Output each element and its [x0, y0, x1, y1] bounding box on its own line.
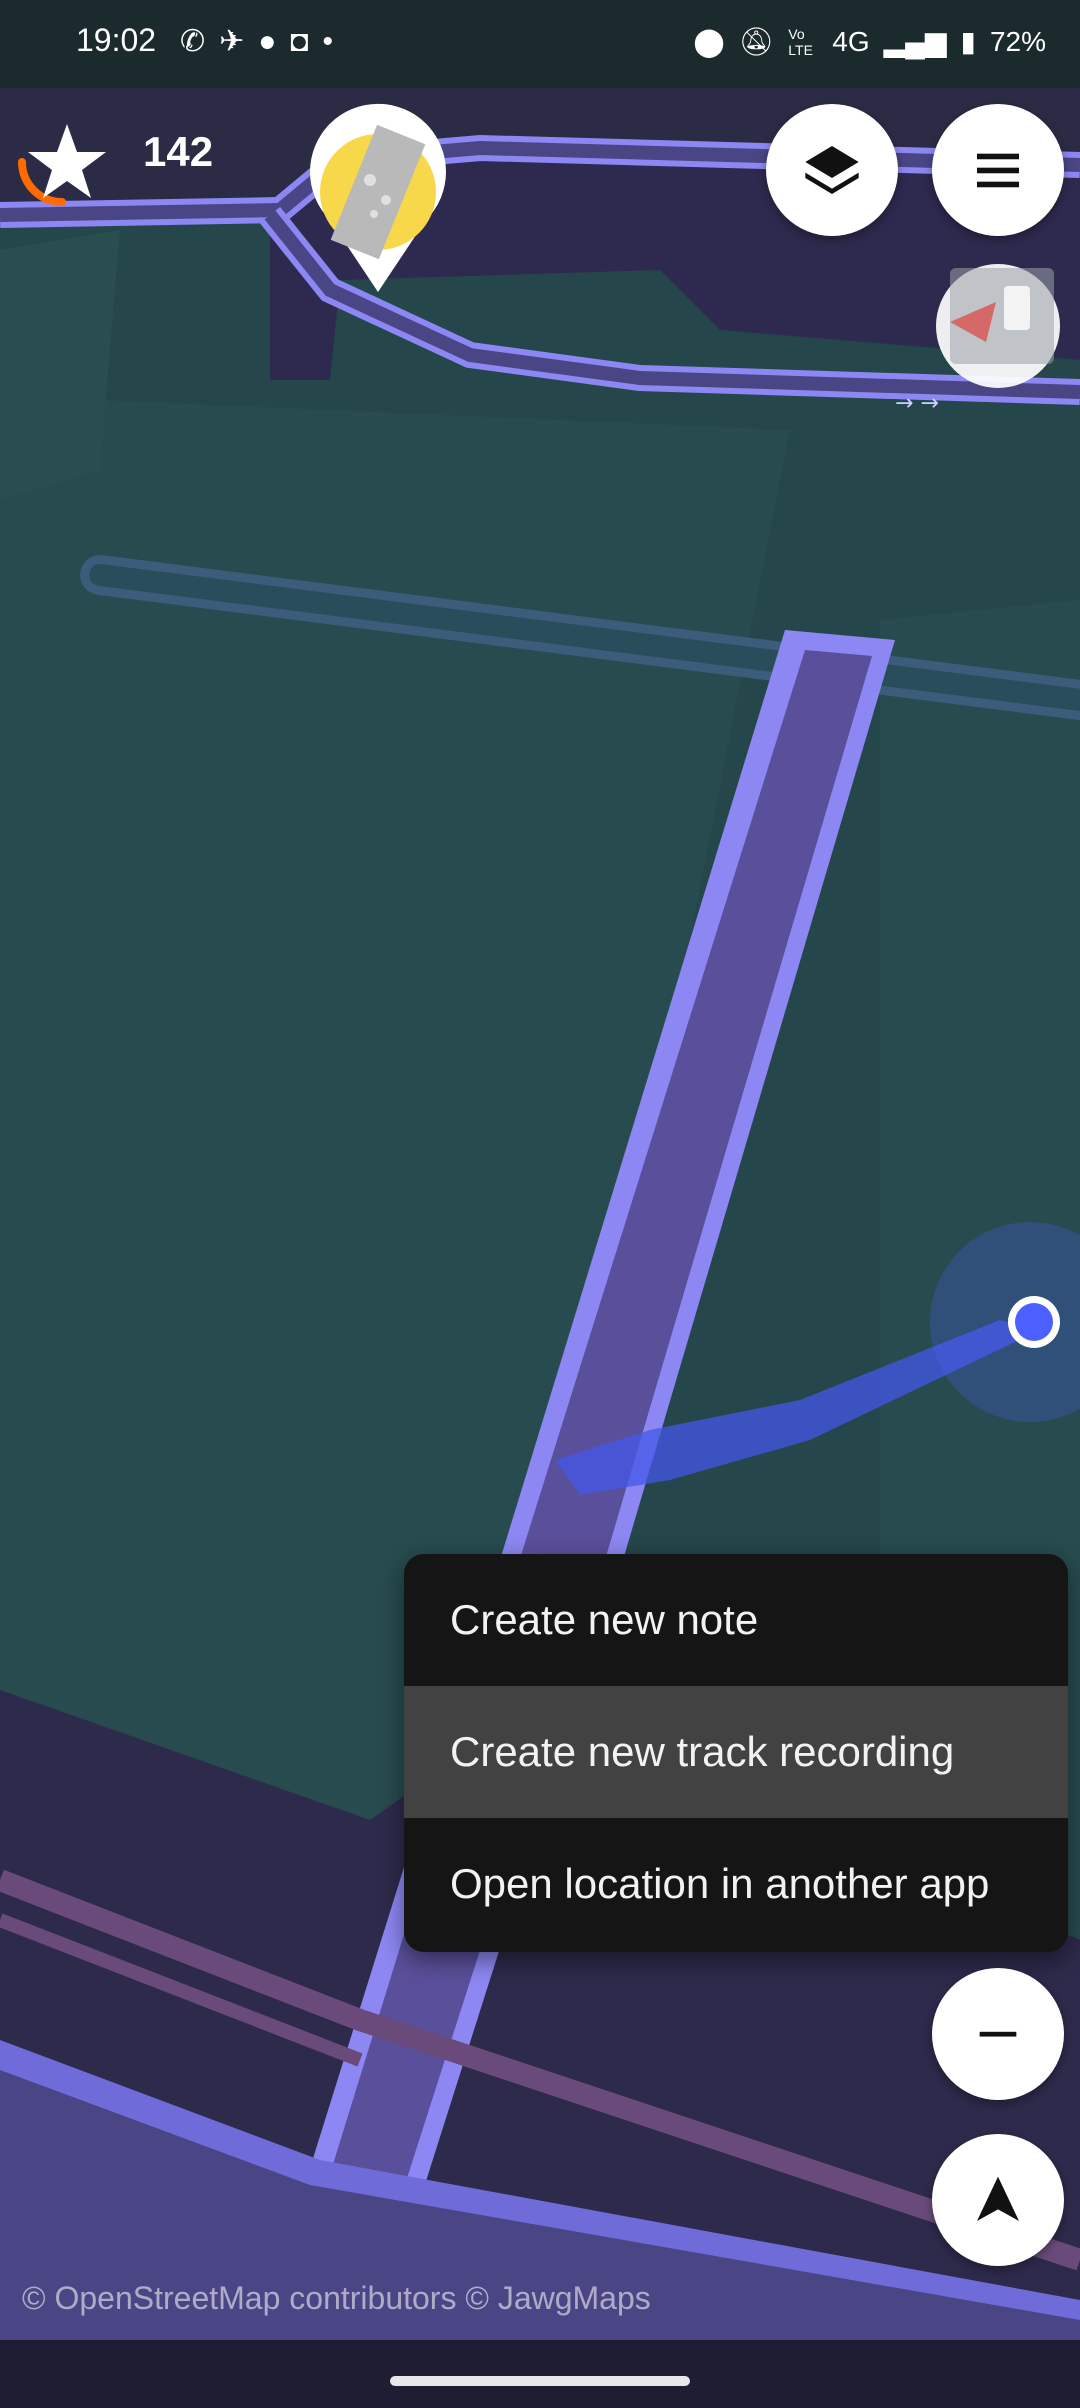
- menu-item-create-note[interactable]: Create new note: [404, 1554, 1068, 1686]
- notification-icons: ✆ ✈ ● ◘ •: [180, 22, 333, 62]
- context-menu: Create new note Create new track recordi…: [404, 1554, 1068, 1952]
- instagram-icon: ◘: [290, 25, 309, 58]
- battery-charging-icon: ▮: [960, 26, 976, 57]
- status-bar: 19:02 ✆ ✈ ● ◘ • ⬤ 🔕︎ Vo LTE 4G ▂▄▆ ▮ 72%: [0, 0, 1080, 88]
- menu-item-label: Create new track recording: [450, 1728, 955, 1775]
- navigation-bar: [0, 2340, 1080, 2408]
- star-count[interactable]: 142: [143, 128, 213, 176]
- layers-icon: [805, 146, 859, 194]
- star-icon: [28, 124, 106, 198]
- map-attribution[interactable]: © OpenStreetMap contributors © JawgMaps: [22, 2280, 651, 2317]
- oneway-arrows: → →: [895, 391, 939, 416]
- layers-button[interactable]: [766, 104, 898, 236]
- location-icon: ⬤: [693, 26, 725, 57]
- whatsapp-icon: ✆: [180, 25, 206, 58]
- network-4g-icon: 4G: [832, 26, 870, 57]
- star-badge[interactable]: [12, 112, 112, 212]
- menu-button[interactable]: [932, 104, 1064, 236]
- more-dot-icon: •: [322, 25, 334, 58]
- menu-item-label: Open location in another app: [450, 1860, 990, 1907]
- locate-button[interactable]: [932, 2134, 1064, 2266]
- volte-icon: Vo LTE: [788, 26, 813, 58]
- home-gesture-handle[interactable]: [390, 2376, 690, 2386]
- system-icons: ⬤ 🔕︎ Vo LTE 4G ▂▄▆ ▮ 72%: [693, 22, 1046, 62]
- hamburger-menu-icon: [977, 153, 1019, 188]
- navigation-arrow-icon: [977, 2176, 1019, 2221]
- status-time: 19:02: [76, 22, 157, 58]
- map-canvas[interactable]: → →: [0, 0, 1080, 2408]
- chat-bubble-icon: ●: [258, 25, 277, 58]
- minus-icon: [979, 2031, 1017, 2037]
- bell-off-icon: 🔕︎: [738, 26, 775, 57]
- compass-icon[interactable]: [930, 258, 1066, 394]
- telegram-icon: ✈: [219, 25, 245, 58]
- menu-item-create-track-recording[interactable]: Create new track recording: [404, 1686, 1068, 1818]
- menu-item-label: Create new note: [450, 1596, 759, 1643]
- battery-percent: 72%: [989, 26, 1046, 57]
- signal-icon: ▂▄▆: [883, 26, 947, 57]
- location-dot: [1015, 1303, 1053, 1341]
- menu-item-open-location-another-app[interactable]: Open location in another app: [404, 1818, 1068, 1950]
- zoom-out-button[interactable]: [932, 1968, 1064, 2100]
